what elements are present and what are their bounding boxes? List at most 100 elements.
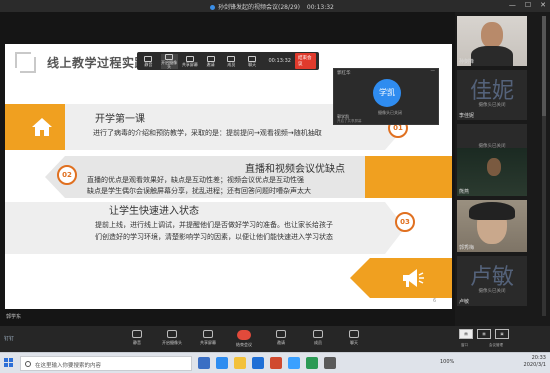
meeting-title: 孙剑锋发起的视频会议(28/29)	[218, 4, 300, 11]
section2-heading: 直播和视频会议优缺点	[245, 164, 345, 175]
megaphone-icon	[403, 269, 424, 287]
share-screen-button[interactable]: 共享屏幕	[188, 328, 228, 350]
view-window-button[interactable]: ▤	[459, 329, 473, 339]
powerpoint-icon[interactable]	[270, 357, 282, 369]
view-switcher: ▤ ▦ ▣	[459, 329, 509, 339]
invite-button[interactable]: 邀请	[261, 328, 301, 350]
participant-tile[interactable]: 佳妮 摄像头已关闭 李佳妮	[457, 70, 527, 120]
participant-video	[481, 22, 503, 48]
slide-title: 线上教学过程实践	[47, 56, 148, 70]
os-taskbar: 在这里输入你要搜索的内容 100% 20:33 2020/3/1	[0, 352, 550, 373]
wechat-icon[interactable]	[306, 357, 318, 369]
search-icon	[25, 361, 31, 367]
float-window-header: 郭红华 —	[334, 69, 438, 77]
camera-off-status: 摄像头已关闭	[478, 289, 506, 294]
file-explorer-icon[interactable]	[234, 357, 246, 369]
app-icon[interactable]	[324, 357, 336, 369]
share-screen-icon	[203, 330, 213, 338]
section2-number: 02	[57, 165, 77, 185]
section3-line1: 提前上线，进行线上调试，并提醒他们是否做好学习的准备。也让家长给孩子	[95, 221, 333, 229]
clock-time: 20:33	[531, 355, 546, 361]
microphone-icon	[144, 55, 153, 62]
camera-icon	[167, 330, 177, 338]
participant-scrollbar[interactable]	[542, 16, 546, 316]
camera-button[interactable]: 开启摄像头	[152, 328, 192, 350]
participant-name: 郭秀梅	[459, 245, 475, 251]
view-label: 窗口	[461, 343, 468, 347]
participant-avatar-text: 佳妮	[469, 79, 514, 104]
section2-line1: 直播的优点是观看效果好，缺点是互动性差；视频会议优点是互动性强	[87, 176, 304, 184]
view-grid-button[interactable]: ▦	[477, 329, 491, 339]
camera-icon	[165, 53, 174, 60]
taskbar-search-input[interactable]: 在这里输入你要搜索的内容	[20, 356, 192, 371]
title-bar: 孙剑锋发起的视频会议(28/29) 00:13:32 — ☐ ✕	[0, 0, 550, 12]
participant-tile[interactable]: 卢敏 摄像头已关闭 卢敏	[457, 256, 527, 306]
section1-heading: 开学第一课	[95, 114, 145, 125]
scrollbar-thumb[interactable]	[542, 16, 546, 116]
toolbar-invite-button[interactable]: 邀请	[202, 54, 219, 69]
mute-button[interactable]: 静音	[117, 328, 157, 350]
participant-list[interactable]: 孙剑锋 佳妮 摄像头已关闭 李佳妮 摄像头已关闭 熊燕 郭秀梅 卢敏 摄像头已关…	[455, 12, 550, 326]
windows-start-icon[interactable]	[4, 358, 14, 368]
recording-icon	[210, 4, 215, 10]
participant-name: 卢敏	[459, 299, 470, 305]
taskbar-apps	[198, 357, 336, 369]
view-speaker-button[interactable]: ▣	[495, 329, 509, 339]
chat-button[interactable]: 聊天	[334, 328, 374, 350]
toolbar-end-button[interactable]: 结束会议	[294, 53, 317, 69]
participant-name: 孙剑锋	[459, 59, 475, 65]
participant-name: 李佳妮	[459, 113, 475, 119]
section2-accent	[365, 156, 452, 198]
minimize-icon[interactable]: —	[509, 1, 516, 9]
shared-screen-stage: 线上教学过程实践 开学第一课 进行了病毒的介绍和预防教学，采取的是：提前提问→观…	[0, 12, 455, 326]
participant-tile[interactable]: 郭秀梅	[457, 200, 527, 252]
window-title: 孙剑锋发起的视频会议(28/29) 00:13:32	[210, 2, 334, 11]
chat-icon	[248, 55, 257, 62]
camera-off-status: 摄像头已关闭	[478, 103, 506, 108]
participant-tile[interactable]: 孙剑锋	[457, 16, 527, 66]
slide-logo-icon	[15, 52, 37, 74]
presenter-name: 郭学东	[6, 314, 22, 320]
toolbar-members-button[interactable]: 成员	[223, 54, 240, 69]
participant-tile[interactable]: 熊燕	[457, 148, 527, 196]
members-button[interactable]: 成员	[298, 328, 338, 350]
participant-name: 熊燕	[459, 189, 470, 195]
toolbar-share-button[interactable]: 共享屏幕	[182, 54, 199, 69]
toolbar-time: 00:13:32	[268, 58, 291, 64]
invite-icon	[276, 330, 286, 338]
toolbar-mute-button[interactable]: 静音	[140, 54, 157, 69]
microphone-icon	[132, 330, 142, 338]
toolbar-camera-button[interactable]: 开启摄像头	[160, 53, 178, 69]
brand-logo: 钉钉	[4, 336, 15, 342]
floating-video-window[interactable]: 郭红华 — 学凯 摄像头已关闭 郭学凯 开启了共享屏幕	[333, 68, 439, 125]
system-clock[interactable]: 20:33 2020/3/1	[524, 355, 546, 369]
edge-browser-icon[interactable]	[216, 357, 228, 369]
slide-page-number: 6	[433, 298, 437, 304]
home-icon	[32, 118, 52, 136]
hangup-icon	[237, 330, 251, 340]
task-view-icon[interactable]	[198, 357, 210, 369]
toolbar-chat-button[interactable]: 聊天	[244, 54, 261, 69]
meeting-control-bar: 钉钉 静音 开启摄像头 共享屏幕 结束会议 邀请 成员 聊天 ▤ ▦ ▣ 窗口 …	[0, 326, 550, 352]
float-window-minimize-icon[interactable]: —	[431, 69, 436, 74]
float-window-subtitle: 开启了共享屏幕	[337, 119, 362, 123]
maximize-icon[interactable]: ☐	[525, 1, 531, 9]
store-icon[interactable]	[252, 357, 264, 369]
share-screen-icon	[185, 55, 194, 62]
screen: 孙剑锋发起的视频会议(28/29) 00:13:32 — ☐ ✕ 线上教学过程实…	[0, 0, 550, 373]
elapsed-time: 00:13:32	[306, 4, 334, 11]
avatar: 学凯	[373, 79, 401, 107]
section3-heading: 让学生快速进入状态	[109, 206, 199, 217]
dingtalk-icon[interactable]	[288, 357, 300, 369]
meeting-manage-label: 会议管理	[489, 343, 503, 347]
end-meeting-button[interactable]: 结束会议	[224, 328, 264, 350]
members-icon	[313, 330, 323, 338]
float-window-title: 郭红华	[337, 71, 351, 76]
chat-icon	[349, 330, 359, 338]
section3-number: 03	[395, 212, 415, 232]
section2-line2: 缺点是学生偶尔会误触屏幕分享，扰乱进程；还有回答问题时嘈杂声太大	[87, 187, 311, 195]
search-placeholder: 在这里输入你要搜索的内容	[35, 363, 102, 369]
members-icon	[227, 55, 236, 62]
window-controls: — ☐ ✕	[509, 1, 546, 9]
close-icon[interactable]: ✕	[540, 1, 546, 9]
